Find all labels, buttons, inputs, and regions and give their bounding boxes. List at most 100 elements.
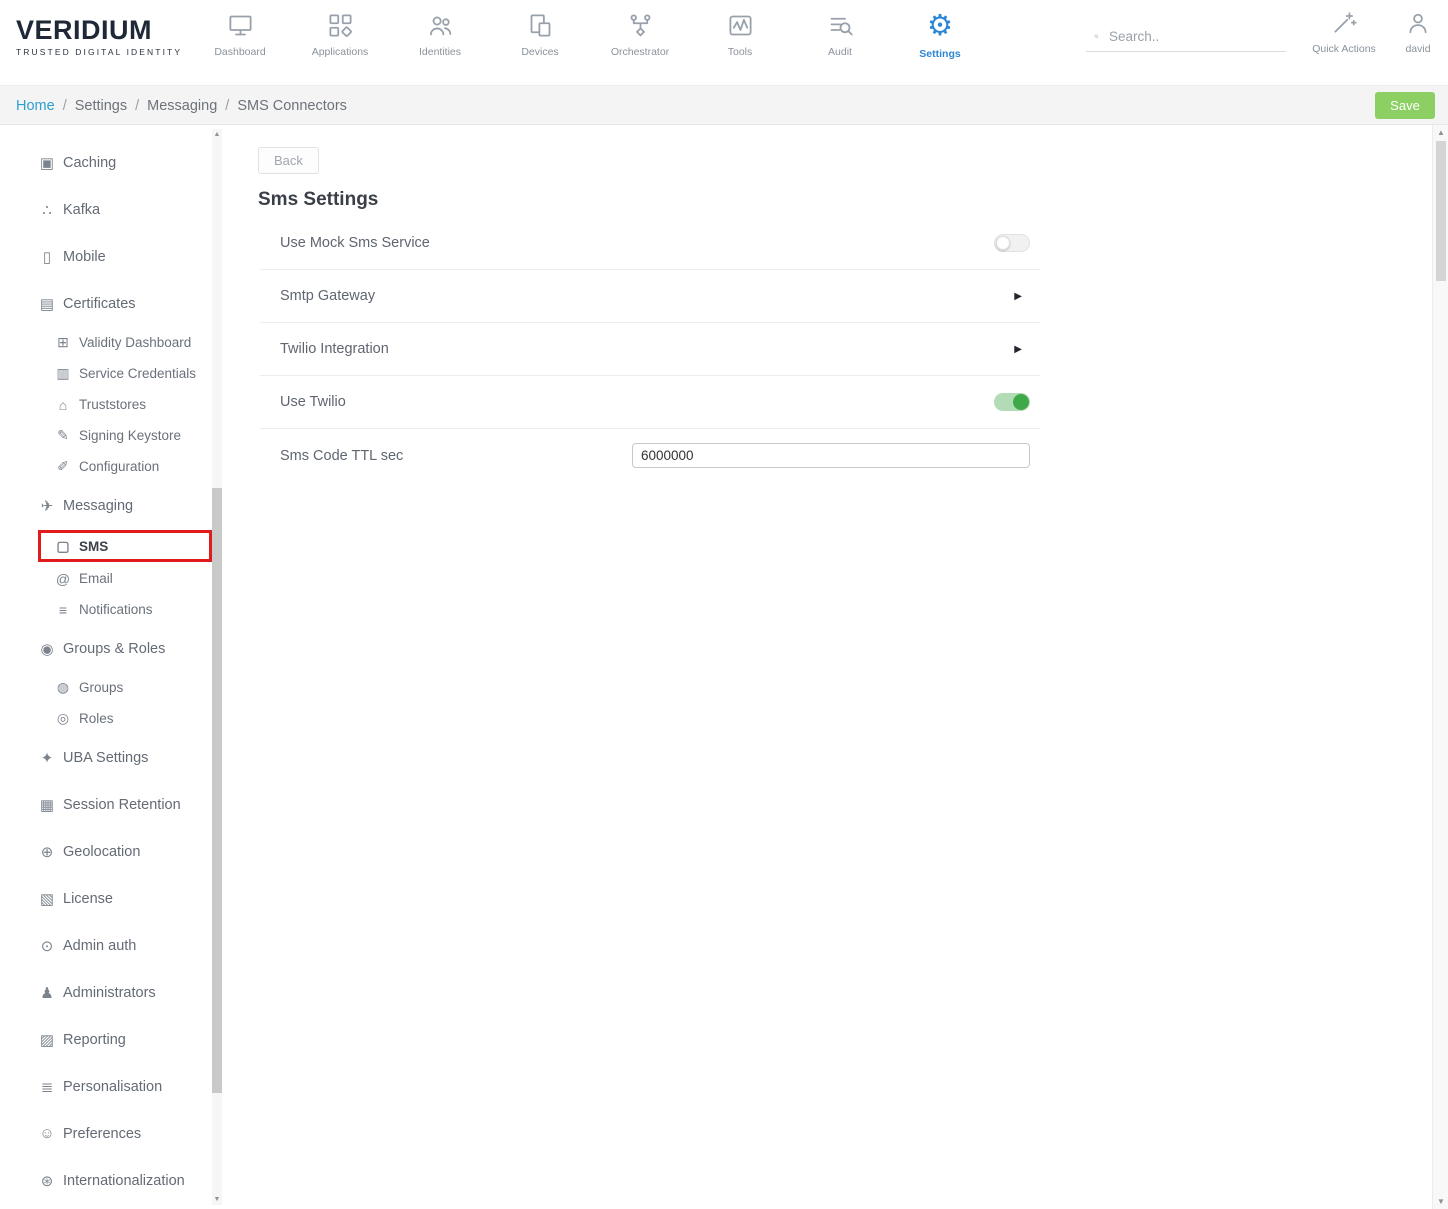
breadcrumb-separator: /	[225, 98, 229, 114]
nav-item-orchestrator[interactable]: Orchestrator	[590, 10, 690, 60]
nav-label: Dashboard	[214, 46, 265, 58]
setting-label: Use Twilio	[280, 394, 346, 410]
license-icon: ▧	[36, 890, 58, 908]
sidebar-item-label: Reporting	[63, 1032, 126, 1048]
sidebar-item-configuration[interactable]: ✐Configuration	[0, 451, 233, 482]
sidebar-item-service-credentials[interactable]: ▥Service Credentials	[0, 358, 233, 389]
sms-code-ttl-input[interactable]	[632, 443, 1030, 468]
sidebar-item-label: Session Retention	[63, 797, 181, 813]
sidebar-item-truststores[interactable]: ⌂Truststores	[0, 389, 233, 420]
roles-icon: ◎	[52, 710, 74, 727]
sidebar-item-messaging[interactable]: ✈Messaging	[0, 482, 233, 529]
sidebar-item-geolocation[interactable]: ⊕Geolocation	[0, 828, 233, 875]
configuration-icon: ✐	[52, 458, 74, 475]
sms-settings-panel: Back Sms Settings Use Mock Sms Service S…	[234, 125, 1432, 1209]
quick-actions-button[interactable]: Quick Actions	[1308, 10, 1380, 55]
page-scrollbar-thumb[interactable]	[1436, 141, 1446, 281]
nav-item-tools[interactable]: Tools	[690, 10, 790, 60]
save-button[interactable]: Save	[1375, 92, 1435, 119]
user-menu[interactable]: david	[1392, 10, 1444, 55]
nav-item-audit[interactable]: Audit	[790, 10, 890, 60]
sidebar-item-label: Roles	[79, 711, 114, 726]
breadcrumb-messaging[interactable]: Messaging	[147, 98, 217, 114]
sidebar-item-license[interactable]: ▧License	[0, 875, 233, 922]
logo-text: VERIDIUM	[16, 15, 182, 46]
sidebar-item-kafka[interactable]: ∴Kafka	[0, 186, 233, 233]
sidebar-item-personalisation[interactable]: ≣Personalisation	[0, 1063, 233, 1110]
search-input[interactable]	[1109, 29, 1286, 44]
expand-arrow-icon[interactable]: ▶	[1014, 344, 1022, 355]
sidebar-item-uba-settings[interactable]: ✦UBA Settings	[0, 734, 233, 781]
logo-tagline: TRUSTED DIGITAL IDENTITY	[16, 47, 182, 57]
sidebar-item-label: Validity Dashboard	[79, 335, 191, 350]
sidebar-item-roles[interactable]: ◎ Roles	[0, 703, 233, 734]
nav-label: Audit	[828, 46, 852, 58]
sidebar-item-label: Groups	[79, 680, 123, 695]
veridium-logo[interactable]: VERIDIUM TRUSTED DIGITAL IDENTITY	[16, 15, 182, 57]
sidebar-scrollbar-thumb[interactable]	[212, 488, 222, 1093]
sidebar-item-email[interactable]: @ Email	[0, 563, 233, 594]
identities-icon	[427, 12, 454, 39]
email-icon: @	[52, 571, 74, 587]
sidebar-item-signing-keystore[interactable]: ✎Signing Keystore	[0, 420, 233, 451]
session-retention-icon: ▦	[36, 796, 58, 814]
sidebar-item-administrators[interactable]: ♟Administrators	[0, 969, 233, 1016]
nav-item-identities[interactable]: Identities	[390, 10, 490, 60]
page-title: Sms Settings	[258, 189, 1432, 211]
nav-item-applications[interactable]: Applications	[290, 10, 390, 60]
sidebar-item-label: Messaging	[63, 498, 133, 514]
expand-arrow-icon[interactable]: ▶	[1014, 291, 1022, 302]
scroll-down-icon[interactable]: ▼	[212, 1196, 222, 1203]
sidebar-item-label: Kafka	[63, 202, 100, 218]
breadcrumb-current: SMS Connectors	[237, 98, 347, 114]
sidebar-item-admin-auth[interactable]: ⊙Admin auth	[0, 922, 233, 969]
scroll-up-icon[interactable]: ▲	[1433, 128, 1448, 137]
sidebar-item-validity-dashboard[interactable]: ⊞ Validity Dashboard	[0, 327, 233, 358]
sidebar-item-session-retention[interactable]: ▦ Session Retention	[0, 781, 233, 828]
global-search	[1086, 22, 1286, 52]
use-mock-sms-service-toggle[interactable]	[994, 234, 1030, 252]
truststores-icon: ⌂	[52, 397, 74, 413]
sidebar-scrollbar[interactable]: ▲ ▼	[212, 129, 222, 1205]
sidebar-item-certificates[interactable]: ▤Certificates	[0, 280, 233, 327]
setting-label: Sms Code TTL sec	[280, 448, 403, 464]
magic-wand-icon	[1331, 10, 1357, 36]
breadcrumb-separator: /	[63, 98, 67, 114]
groups-roles-icon: ◉	[36, 640, 58, 658]
sidebar-item-internationalization[interactable]: ⊛Internationalization	[0, 1157, 233, 1204]
groups-icon: ◍	[52, 679, 74, 696]
personalisation-icon: ≣	[36, 1078, 58, 1096]
sidebar-item-label: Email	[79, 571, 113, 586]
sidebar-item-notifications[interactable]: ≡Notifications	[0, 594, 233, 625]
nav-item-devices[interactable]: Devices	[490, 10, 590, 60]
setting-row-smtp-gateway[interactable]: Smtp Gateway ▶	[260, 270, 1040, 323]
sidebar-item-caching[interactable]: ▣Caching	[0, 139, 233, 186]
sidebar-item-sms-active-highlighted[interactable]: ▢SMS	[38, 530, 212, 562]
breadcrumb-settings[interactable]: Settings	[75, 98, 127, 114]
orchestrator-icon	[627, 12, 654, 39]
breadcrumb-bar: Home / Settings / Messaging / SMS Connec…	[0, 86, 1448, 125]
sidebar-item-reporting[interactable]: ▨Reporting	[0, 1016, 233, 1063]
sidebar-item-external-pin[interactable]: ✧External PIN	[0, 1204, 233, 1209]
page-scrollbar[interactable]: ▲ ▼	[1432, 125, 1448, 1209]
scroll-down-icon[interactable]: ▼	[1433, 1197, 1448, 1206]
breadcrumb-home[interactable]: Home	[16, 98, 55, 114]
sidebar-item-label: Groups & Roles	[63, 641, 165, 657]
sidebar-list: ▣Caching ∴Kafka ▯Mobile ▤Certificates ⊞ V…	[0, 125, 233, 1209]
breadcrumb-separator: /	[135, 98, 139, 114]
validity-dashboard-icon: ⊞	[52, 334, 74, 351]
sidebar-item-label: Admin auth	[63, 938, 136, 954]
sidebar-item-groups-roles[interactable]: ◉ Groups & Roles	[0, 625, 233, 672]
sidebar-item-groups[interactable]: ◍ Groups	[0, 672, 233, 703]
nav-item-settings[interactable]: ⚙ Settings	[890, 10, 990, 60]
setting-row-twilio-integration[interactable]: Twilio Integration ▶	[260, 323, 1040, 376]
sidebar-item-mobile[interactable]: ▯Mobile	[0, 233, 233, 280]
nav-item-dashboard[interactable]: Dashboard	[190, 10, 290, 60]
back-button[interactable]: Back	[258, 147, 319, 174]
top-navigation: Dashboard Applications Identities Device…	[190, 10, 990, 60]
scroll-up-icon[interactable]: ▲	[212, 131, 222, 138]
sidebar-item-label: Notifications	[79, 602, 153, 617]
preferences-icon: ☺	[36, 1125, 58, 1142]
use-twilio-toggle[interactable]	[994, 393, 1030, 411]
sidebar-item-preferences[interactable]: ☺Preferences	[0, 1110, 233, 1157]
